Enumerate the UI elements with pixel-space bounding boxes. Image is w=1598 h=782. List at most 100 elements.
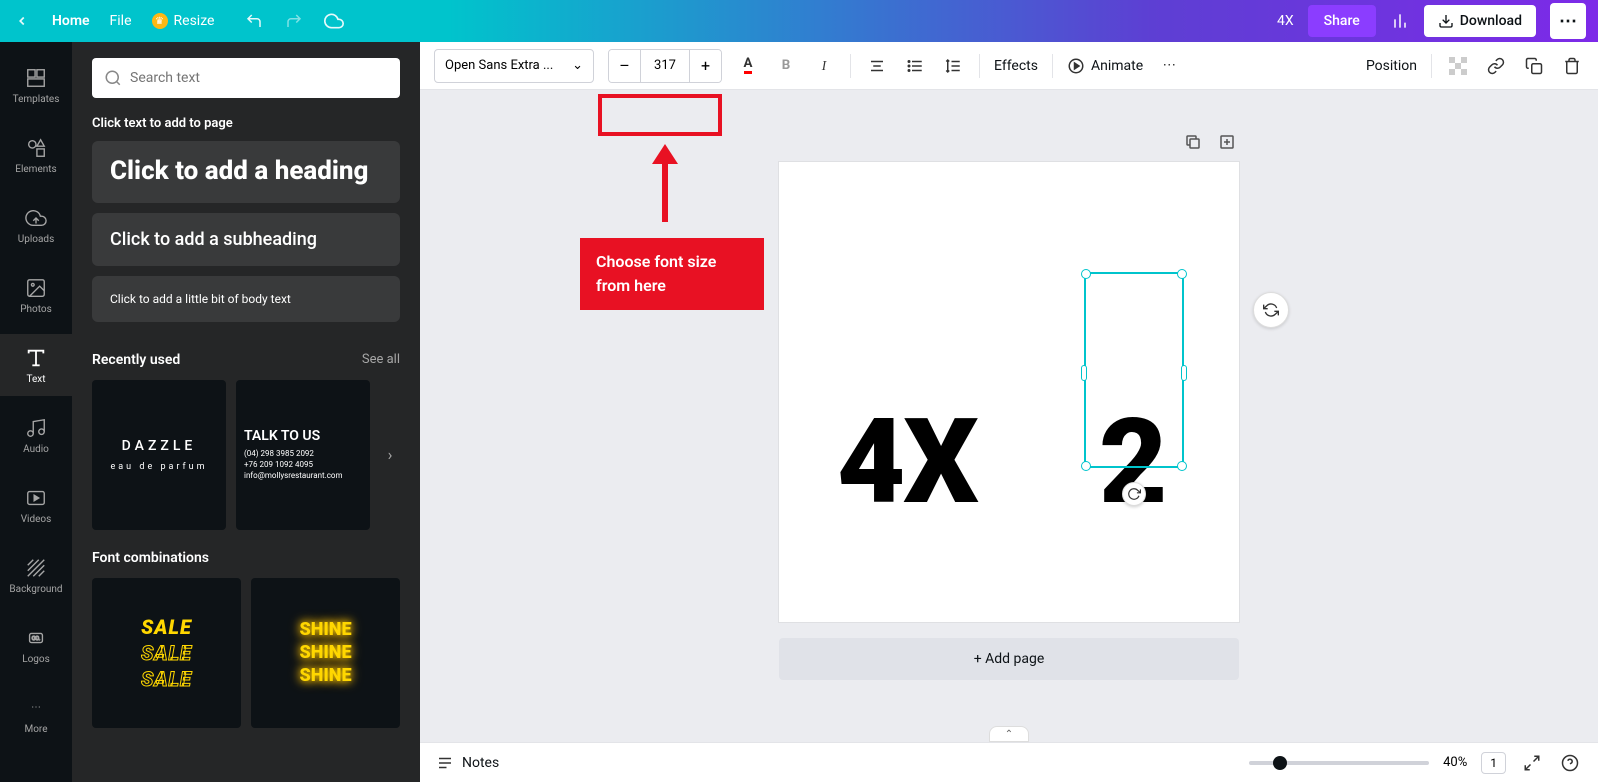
notes-label: Notes [462, 755, 499, 771]
iconbar-templates[interactable]: Templates [0, 54, 72, 116]
iconbar: Templates Elements Uploads Photos Text A… [0, 42, 72, 782]
canvas-area[interactable]: 4X 2 + Add page [420, 90, 1598, 742]
zoom-thumb[interactable] [1273, 756, 1287, 770]
logos-icon: CO. [24, 626, 48, 650]
thumb-shine[interactable]: SHINE SHINE SHINE [251, 578, 400, 728]
topbar: Home File ♛ Resize 4X Share Download ⋯ [0, 0, 1598, 42]
duplicate-page-icon[interactable] [1181, 130, 1205, 154]
help-button[interactable] [1558, 751, 1582, 775]
notes-button[interactable]: Notes [436, 754, 499, 772]
iconbar-videos[interactable]: Videos [0, 474, 72, 536]
iconbar-uploads[interactable]: Uploads [0, 194, 72, 256]
cloud-icon[interactable] [324, 11, 344, 31]
handle-mr[interactable] [1181, 365, 1187, 381]
see-all-recent[interactable]: See all [362, 352, 400, 367]
more-icon: ⋯ [24, 696, 48, 720]
handle-tl[interactable] [1081, 269, 1091, 279]
separator [979, 54, 980, 78]
bold-button[interactable]: B [774, 54, 798, 78]
handle-ml[interactable] [1081, 365, 1087, 381]
iconbar-uploads-label: Uploads [18, 234, 54, 245]
font-size-decrease[interactable]: – [609, 50, 641, 82]
resize-button[interactable]: ♛ Resize [152, 13, 215, 29]
list-button[interactable] [903, 54, 927, 78]
add-subheading-card[interactable]: Click to add a subheading [92, 213, 400, 266]
videos-icon [24, 486, 48, 510]
back-icon[interactable] [12, 11, 32, 31]
sale-line-2: SALE [141, 641, 192, 665]
alignment-button[interactable] [865, 54, 889, 78]
fontcomb-thumbs: SALE SALE SALE SHINE SHINE SHINE [92, 578, 400, 728]
add-page-button[interactable]: + Add page [779, 638, 1239, 680]
animate-button[interactable]: Animate [1067, 57, 1143, 75]
italic-button[interactable]: I [812, 54, 836, 78]
iconbar-elements-label: Elements [15, 164, 56, 175]
font-family-select[interactable]: Open Sans Extra ... ⌄ [434, 49, 594, 83]
fullscreen-button[interactable] [1520, 751, 1544, 775]
iconbar-audio[interactable]: Audio [0, 404, 72, 466]
thumb-dazzle[interactable]: DAZZLE eau de parfum [92, 380, 226, 530]
canvas-text-4x[interactable]: 4X [837, 403, 977, 521]
home-button[interactable]: Home [52, 13, 90, 29]
copy-button[interactable] [1522, 54, 1546, 78]
thumb-talk-l2: +76 209 1092 4095 [244, 459, 313, 470]
thumb-talk[interactable]: TALK TO US (04) 298 3985 2092 +76 209 10… [236, 380, 370, 530]
iconbar-more[interactable]: ⋯ More [0, 684, 72, 746]
topbar-right: 4X Share Download ⋯ [1277, 3, 1586, 39]
search-icon [104, 69, 122, 87]
thumb-next[interactable]: › [380, 435, 400, 475]
handle-bl[interactable] [1081, 461, 1091, 471]
zoom-slider[interactable] [1249, 761, 1429, 765]
page-controls [779, 130, 1239, 154]
transparency-button[interactable] [1446, 54, 1470, 78]
search-input[interactable] [130, 70, 388, 86]
delete-button[interactable] [1560, 54, 1584, 78]
undo-icon[interactable] [244, 11, 264, 31]
text-color-button[interactable]: A [736, 54, 760, 78]
chart-icon[interactable] [1390, 11, 1410, 31]
file-button[interactable]: File [110, 13, 132, 29]
iconbar-text[interactable]: Text [0, 334, 72, 396]
add-heading-card[interactable]: Click to add a heading [92, 141, 400, 203]
page-strip-toggle[interactable]: ⌃ [989, 726, 1029, 742]
iconbar-logos-label: Logos [22, 654, 50, 665]
more-menu-button[interactable]: ⋯ [1550, 3, 1586, 39]
search-box[interactable] [92, 58, 400, 98]
doc-title[interactable]: 4X [1277, 13, 1294, 29]
toolbar-right: Position [1366, 54, 1584, 78]
add-page-icon[interactable] [1215, 130, 1239, 154]
elements-icon [24, 136, 48, 160]
selection-box[interactable] [1084, 272, 1184, 468]
link-button[interactable] [1484, 54, 1508, 78]
recent-title: Recently used [92, 352, 180, 368]
handle-br[interactable] [1177, 461, 1187, 471]
font-size-group: – + [608, 49, 722, 83]
handle-tr[interactable] [1177, 269, 1187, 279]
font-size-increase[interactable]: + [689, 50, 721, 82]
topbar-left: Home File ♛ Resize [12, 11, 344, 31]
animate-label: Animate [1091, 58, 1143, 74]
more-tools-button[interactable]: ⋯ [1157, 54, 1181, 78]
canvas-page[interactable]: 4X 2 [779, 162, 1239, 622]
iconbar-logos[interactable]: CO. Logos [0, 614, 72, 676]
iconbar-background[interactable]: Background [0, 544, 72, 606]
add-body-card[interactable]: Click to add a little bit of body text [92, 276, 400, 322]
audio-icon [24, 416, 48, 440]
floating-refresh-button[interactable] [1253, 292, 1289, 328]
iconbar-elements[interactable]: Elements [0, 124, 72, 186]
rotate-handle[interactable] [1122, 482, 1146, 506]
effects-button[interactable]: Effects [994, 58, 1038, 74]
share-button[interactable]: Share [1308, 5, 1376, 37]
page-count[interactable]: 1 [1481, 752, 1506, 774]
text-icon [24, 346, 48, 370]
position-button[interactable]: Position [1366, 58, 1417, 74]
iconbar-photos[interactable]: Photos [0, 264, 72, 326]
iconbar-audio-label: Audio [23, 444, 49, 455]
thumb-sale[interactable]: SALE SALE SALE [92, 578, 241, 728]
download-button[interactable]: Download [1424, 5, 1536, 37]
spacing-button[interactable] [941, 54, 965, 78]
iconbar-more-label: More [24, 724, 47, 735]
redo-icon[interactable] [284, 11, 304, 31]
uploads-icon [24, 206, 48, 230]
font-size-input[interactable] [641, 50, 689, 82]
